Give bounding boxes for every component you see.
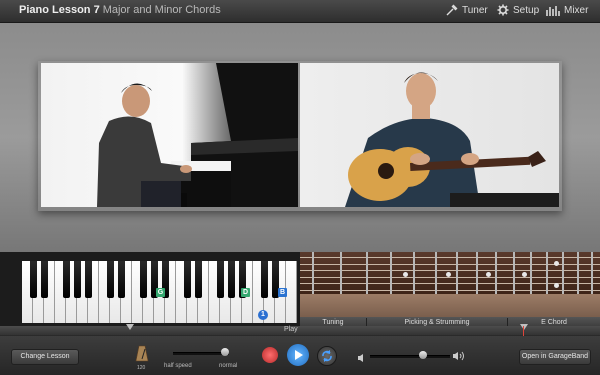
record-button[interactable] — [262, 347, 278, 363]
piano-black-key[interactable] — [228, 261, 235, 298]
fret-wire — [366, 252, 368, 294]
fret-wire — [577, 252, 579, 294]
fret-inlay — [554, 283, 559, 288]
fret-wire — [530, 252, 532, 294]
fret-wire — [456, 252, 458, 294]
setup-button[interactable]: Setup — [497, 4, 539, 16]
piano-black-key[interactable] — [184, 261, 191, 298]
fret-wire — [546, 252, 548, 294]
fret-wire — [591, 252, 593, 294]
change-lesson-button[interactable]: Change Lesson — [11, 349, 79, 365]
piano-black-key[interactable] — [85, 261, 92, 298]
guitar-string — [300, 276, 600, 278]
key-highlight-d: D — [241, 288, 250, 297]
guitar-video — [300, 63, 559, 207]
piano-black-key[interactable] — [140, 261, 147, 298]
tuner-label: Tuner — [462, 4, 488, 16]
fret-wire — [562, 252, 564, 294]
key-highlight-g: G — [156, 288, 165, 297]
guitar-player-image — [345, 72, 559, 207]
fret-wire — [495, 252, 497, 294]
volume-high-icon — [452, 349, 466, 367]
guitar-string — [300, 257, 600, 258]
mixer-label: Mixer — [564, 4, 589, 16]
mixer-icon — [546, 4, 560, 16]
tuner-button[interactable]: Tuner — [446, 4, 488, 16]
guitar-string — [300, 289, 600, 291]
piano-keyboard[interactable]: G D B 1 — [22, 261, 298, 323]
piano-black-key[interactable] — [261, 261, 268, 298]
open-in-garageband-button[interactable]: Open in GarageBand — [519, 349, 591, 365]
guitar-string — [300, 270, 600, 271]
piano-black-key[interactable] — [107, 261, 114, 298]
fret-wire — [390, 252, 392, 294]
piano-black-key[interactable] — [195, 261, 202, 298]
play-button[interactable] — [287, 344, 309, 366]
mixer-button[interactable]: Mixer — [546, 4, 588, 16]
tuner-icon — [446, 4, 458, 16]
volume-slider-knob[interactable] — [418, 351, 427, 359]
fret-wire — [513, 252, 515, 294]
play-icon — [295, 350, 303, 360]
finger-number-badge: 1 — [258, 310, 268, 320]
guitar-fretboard — [300, 252, 600, 294]
speed-max-label: normal — [219, 363, 238, 369]
piano-player-image — [97, 63, 298, 207]
metronome-value: 120 — [137, 365, 146, 371]
piano-black-key[interactable] — [30, 261, 37, 298]
fret-wire — [312, 252, 314, 294]
fret-wire — [340, 252, 342, 294]
fret-inlay — [522, 272, 527, 277]
piano-black-key[interactable] — [217, 261, 224, 298]
piano-white-key[interactable] — [286, 261, 297, 323]
piano-black-key[interactable] — [118, 261, 125, 298]
volume-low-icon — [357, 350, 367, 368]
timeline-marker-section[interactable] — [520, 324, 528, 330]
loop-icon — [322, 350, 332, 362]
lesson-title-main: Piano Lesson 7 — [19, 4, 100, 16]
fret-inlay — [403, 272, 408, 277]
fret-wire — [476, 252, 478, 294]
video-stage — [0, 23, 600, 252]
gear-icon — [497, 4, 509, 16]
fret-wire — [435, 252, 437, 294]
timeline-marker[interactable] — [126, 324, 134, 330]
piano-black-key[interactable] — [74, 261, 81, 298]
fret-inlay — [554, 261, 559, 266]
instrument-view: G D B 1 — [0, 252, 600, 326]
fret-inlay — [446, 272, 451, 277]
piano-video — [41, 63, 298, 207]
lesson-title: Piano Lesson 7 Major and Minor Chords — [19, 4, 221, 16]
title-bar: Piano Lesson 7 Major and Minor Chords Tun… — [0, 0, 600, 23]
speed-min-label: half speed — [164, 363, 192, 369]
control-bar: Change Lesson 120 half speed normal Open… — [0, 336, 600, 375]
speed-slider-knob[interactable] — [221, 348, 229, 356]
volume-slider[interactable] — [370, 355, 450, 358]
loop-button[interactable] — [317, 346, 337, 366]
key-highlight-b: B — [278, 288, 287, 297]
piano-black-key[interactable] — [63, 261, 70, 298]
piano-black-key[interactable] — [41, 261, 48, 298]
setup-label: Setup — [513, 4, 540, 16]
lesson-subtitle: Major and Minor Chords — [102, 4, 221, 16]
play-section-label[interactable]: Play — [284, 326, 298, 333]
fret-inlay — [486, 272, 491, 277]
fret-wire — [413, 252, 415, 294]
lesson-timeline[interactable] — [0, 324, 600, 339]
